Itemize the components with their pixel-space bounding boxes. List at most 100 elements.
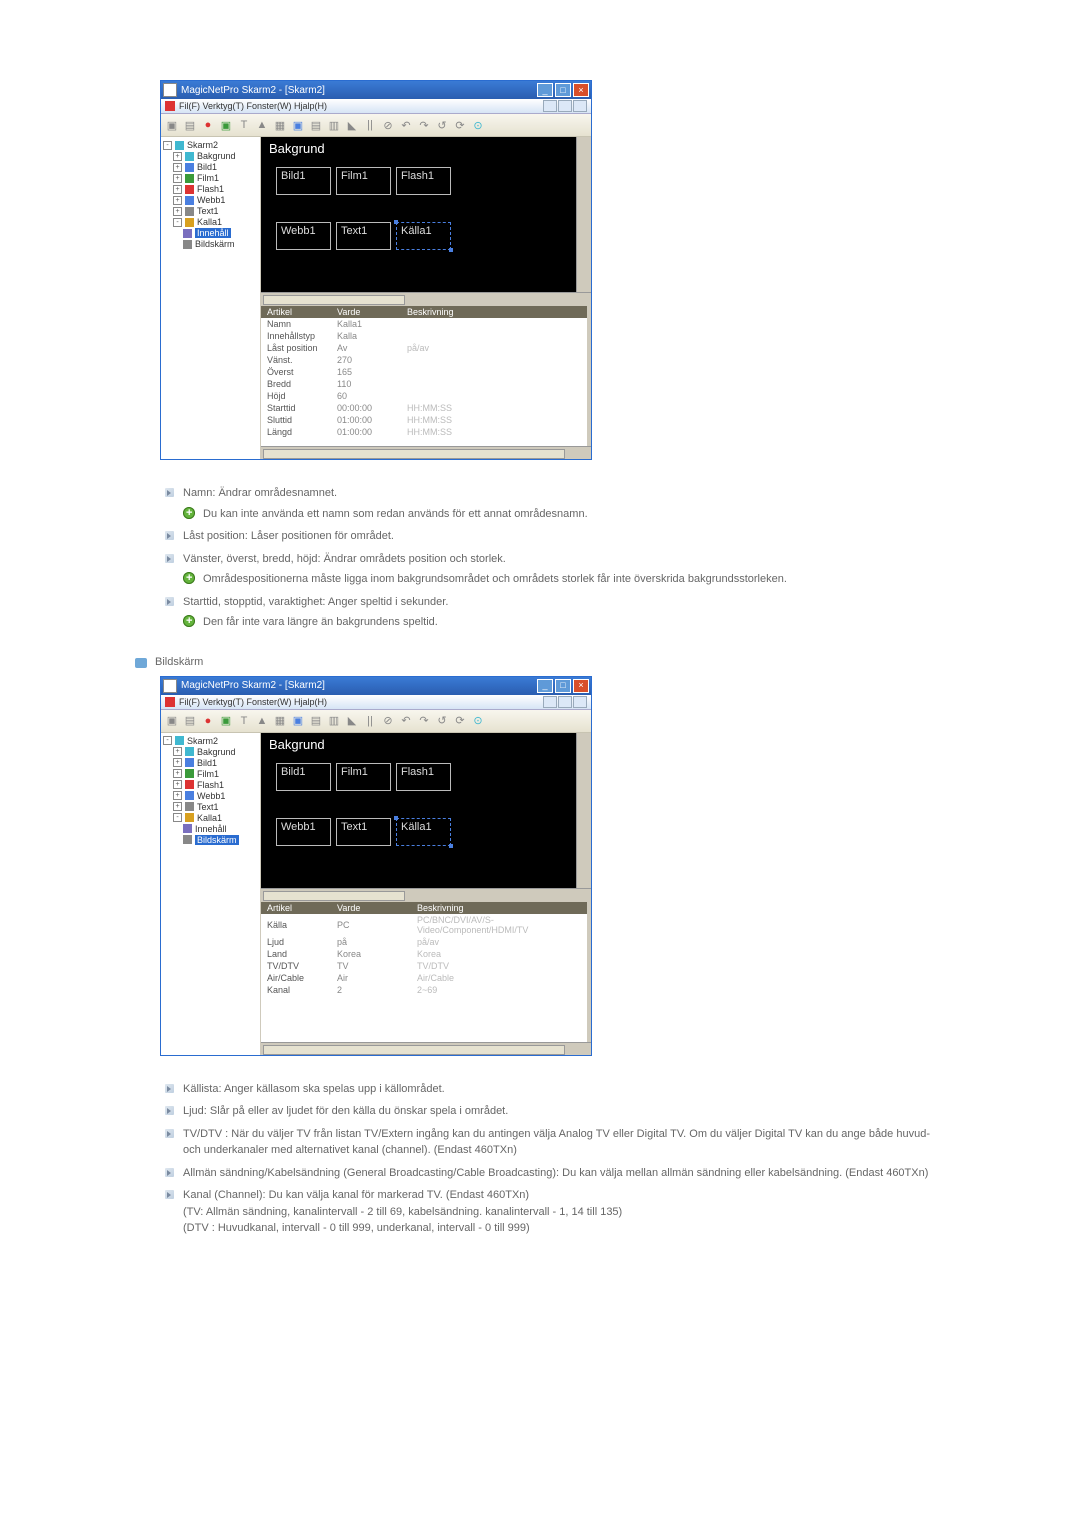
- tool-icon[interactable]: T: [237, 118, 251, 132]
- tool-icon[interactable]: ▤: [309, 714, 323, 728]
- mdi-min-button[interactable]: [543, 100, 557, 112]
- tool-icon[interactable]: ▲: [255, 118, 269, 132]
- canvas[interactable]: Bakgrund Bild1 Film1 Flash1 Webb1 Text1 …: [261, 733, 591, 888]
- tool-icon[interactable]: ▣: [291, 714, 305, 728]
- tool-icon[interactable]: ▣: [165, 118, 179, 132]
- tool-icon[interactable]: ◣: [345, 714, 359, 728]
- scrollbar-horizontal[interactable]: [261, 446, 591, 459]
- tree-item[interactable]: +Flash1: [163, 184, 258, 195]
- region-text1[interactable]: Text1: [336, 222, 391, 250]
- prop-row[interactable]: Överst165: [261, 366, 587, 378]
- tree-item[interactable]: +Webb1: [163, 791, 258, 802]
- prop-row[interactable]: TV/DTVTVTV/DTV: [261, 960, 587, 972]
- tool-icon[interactable]: ||: [363, 118, 377, 132]
- tool-icon[interactable]: ▥: [327, 714, 341, 728]
- tool-icon[interactable]: ●: [201, 118, 215, 132]
- prop-row[interactable]: Air/CableAirAir/Cable: [261, 972, 587, 984]
- tree-item[interactable]: +Text1: [163, 206, 258, 217]
- tool-icon[interactable]: ▤: [183, 118, 197, 132]
- prop-row[interactable]: NamnKalla1: [261, 318, 587, 330]
- tool-icon[interactable]: ⊘: [381, 118, 395, 132]
- tool-icon[interactable]: ▤: [309, 118, 323, 132]
- tool-icon[interactable]: ●: [201, 714, 215, 728]
- region-bild1[interactable]: Bild1: [276, 167, 331, 195]
- tree-item[interactable]: +Flash1: [163, 780, 258, 791]
- region-flash1[interactable]: Flash1: [396, 763, 451, 791]
- prop-row[interactable]: Starttid00:00:00HH:MM:SS: [261, 402, 587, 414]
- scrollbar-horizontal[interactable]: [261, 292, 591, 305]
- close-button[interactable]: ×: [573, 83, 589, 97]
- prop-row[interactable]: Sluttid01:00:00HH:MM:SS: [261, 414, 587, 426]
- scrollbar-thumb[interactable]: [263, 449, 565, 459]
- tool-icon[interactable]: ⟳: [453, 714, 467, 728]
- prop-row[interactable]: Höjd60: [261, 390, 587, 402]
- tree-sub[interactable]: Innehåll: [163, 228, 258, 239]
- mdi-close-button[interactable]: [573, 696, 587, 708]
- tree-item[interactable]: +Bakgrund: [163, 151, 258, 162]
- scrollbar-horizontal[interactable]: [261, 1042, 591, 1055]
- tree-sub[interactable]: Bildskärm: [163, 239, 258, 250]
- tree-item[interactable]: +Film1: [163, 769, 258, 780]
- tool-icon[interactable]: ⟳: [453, 118, 467, 132]
- mdi-max-button[interactable]: [558, 696, 572, 708]
- tool-icon[interactable]: ↷: [417, 714, 431, 728]
- tool-icon[interactable]: ↷: [417, 118, 431, 132]
- scrollbar-vertical[interactable]: [576, 733, 587, 888]
- tool-icon[interactable]: ▦: [273, 118, 287, 132]
- region-bild1[interactable]: Bild1: [276, 763, 331, 791]
- tree-root[interactable]: -Skarm2: [163, 140, 258, 151]
- tool-icon[interactable]: ▲: [255, 714, 269, 728]
- prop-row[interactable]: Kanal22~69: [261, 984, 587, 996]
- tool-icon[interactable]: ⊙: [471, 714, 485, 728]
- minimize-button[interactable]: _: [537, 83, 553, 97]
- tool-icon[interactable]: ◣: [345, 118, 359, 132]
- tool-icon[interactable]: ↶: [399, 118, 413, 132]
- canvas[interactable]: Bakgrund Bild1 Film1 Flash1 Webb1 Text1 …: [261, 137, 591, 292]
- tree-sub[interactable]: Innehåll: [163, 824, 258, 835]
- tool-icon[interactable]: ↶: [399, 714, 413, 728]
- prop-row[interactable]: KällaPCPC/BNC/DVI/AV/S-Video/Component/H…: [261, 914, 587, 936]
- region-kalla1[interactable]: Källa1: [396, 222, 451, 250]
- tool-icon[interactable]: ↺: [435, 714, 449, 728]
- tool-icon[interactable]: ▣: [219, 714, 233, 728]
- prop-row[interactable]: LandKoreaKorea: [261, 948, 587, 960]
- tree-item[interactable]: +Webb1: [163, 195, 258, 206]
- prop-row[interactable]: Ljudpåpå/av: [261, 936, 587, 948]
- tool-icon[interactable]: ▥: [327, 118, 341, 132]
- menu-items[interactable]: Fil(F) Verktyg(T) Fonster(W) Hjalp(H): [179, 697, 327, 707]
- region-film1[interactable]: Film1: [336, 763, 391, 791]
- tree-item[interactable]: +Bakgrund: [163, 747, 258, 758]
- close-button[interactable]: ×: [573, 679, 589, 693]
- tree-item[interactable]: +Bild1: [163, 758, 258, 769]
- tree-item[interactable]: -Kalla1: [163, 217, 258, 228]
- tree-root[interactable]: -Skarm2: [163, 736, 258, 747]
- tool-icon[interactable]: ▦: [273, 714, 287, 728]
- region-text1[interactable]: Text1: [336, 818, 391, 846]
- tree-sub[interactable]: Bildskärm: [163, 835, 258, 846]
- tool-icon[interactable]: ▣: [219, 118, 233, 132]
- prop-row[interactable]: InnehållstypKalla: [261, 330, 587, 342]
- tool-icon[interactable]: ▤: [183, 714, 197, 728]
- tool-icon[interactable]: ||: [363, 714, 377, 728]
- menu-items[interactable]: Fil(F) Verktyg(T) Fonster(W) Hjalp(H): [179, 101, 327, 111]
- prop-row[interactable]: Längd01:00:00HH:MM:SS: [261, 426, 587, 438]
- scrollbar-horizontal[interactable]: [261, 888, 591, 901]
- maximize-button[interactable]: □: [555, 83, 571, 97]
- mdi-close-button[interactable]: [573, 100, 587, 112]
- tool-icon[interactable]: T: [237, 714, 251, 728]
- scrollbar-thumb[interactable]: [263, 1045, 565, 1055]
- tool-icon[interactable]: ▣: [165, 714, 179, 728]
- tree-item[interactable]: -Kalla1: [163, 813, 258, 824]
- scrollbar-thumb[interactable]: [263, 891, 405, 901]
- tree-item[interactable]: +Bild1: [163, 162, 258, 173]
- region-webb1[interactable]: Webb1: [276, 818, 331, 846]
- tree-item[interactable]: +Text1: [163, 802, 258, 813]
- mdi-min-button[interactable]: [543, 696, 557, 708]
- tool-icon[interactable]: ⊙: [471, 118, 485, 132]
- scrollbar-thumb[interactable]: [263, 295, 405, 305]
- mdi-max-button[interactable]: [558, 100, 572, 112]
- tool-icon[interactable]: ⊘: [381, 714, 395, 728]
- prop-row[interactable]: Vänst.270: [261, 354, 587, 366]
- tree-item[interactable]: +Film1: [163, 173, 258, 184]
- prop-row[interactable]: Bredd110: [261, 378, 587, 390]
